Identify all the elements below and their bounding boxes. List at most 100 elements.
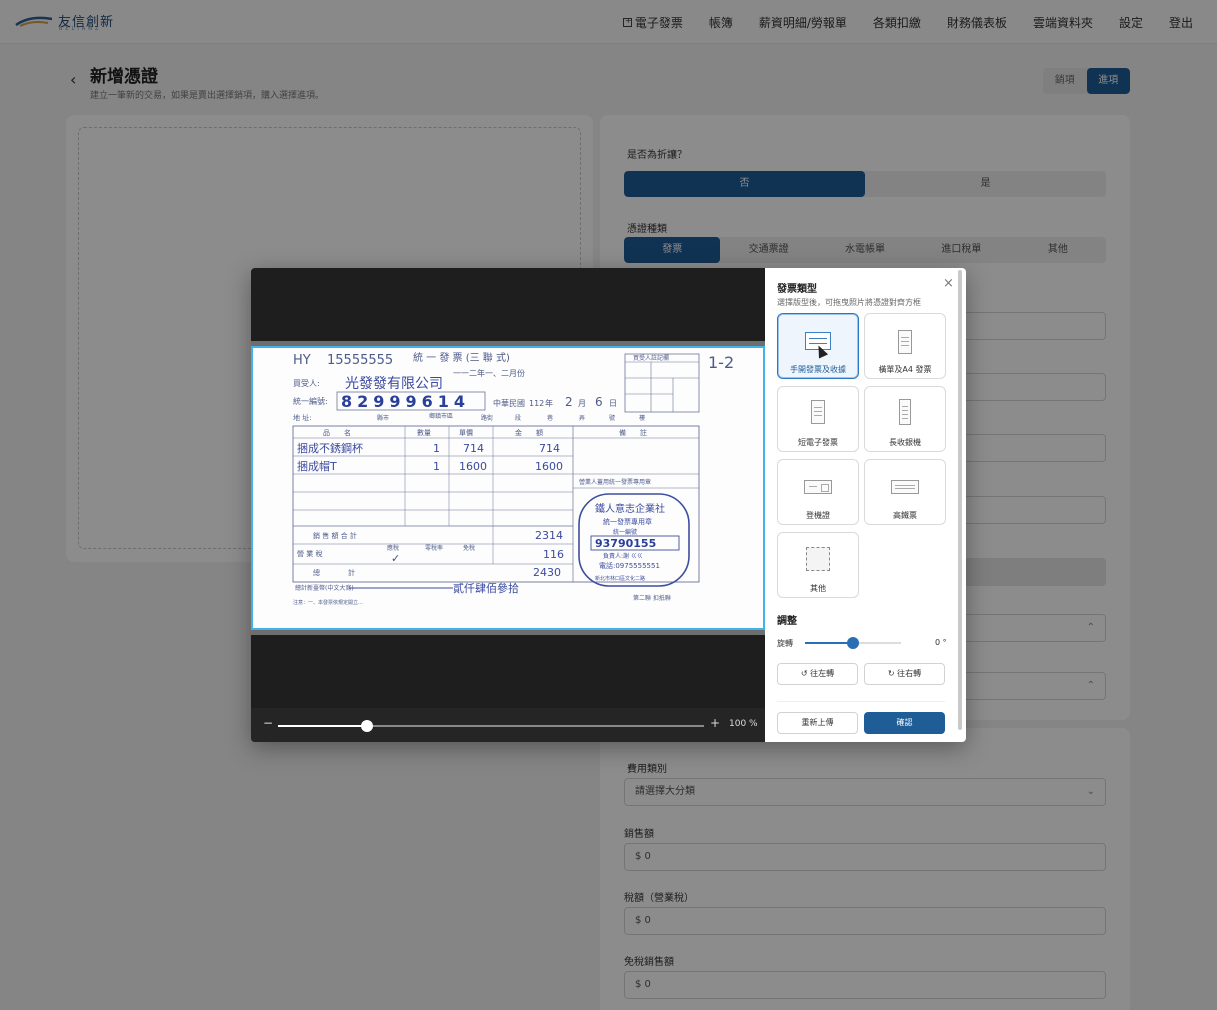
invoice-code: HY xyxy=(293,353,311,368)
rotate-slider-handle[interactable] xyxy=(847,637,859,649)
type-other[interactable]: 其他 xyxy=(777,532,859,598)
other-type-icon xyxy=(806,547,830,571)
zoom-out-icon[interactable]: − xyxy=(263,716,273,730)
svg-text:弄: 弄 xyxy=(579,415,585,422)
total-words: 貳仟肆佰參拾 xyxy=(453,581,519,595)
stamp-owner: 負責人:謝 ㄍㄍ xyxy=(603,552,643,560)
tile-label: 登機證 xyxy=(806,511,830,520)
type-hsr-ticket[interactable]: 高鐵票 xyxy=(864,459,946,525)
stamp-company: 鐵人意志企業社 xyxy=(595,502,665,515)
item-amount: 714 xyxy=(539,442,560,455)
item-qty: 1 xyxy=(433,442,440,455)
invoice-footer: 第二聯 扣抵聯 xyxy=(633,594,671,602)
date-prefix: 中華民國 xyxy=(493,398,525,408)
buyer-label: 買受人: xyxy=(293,378,320,388)
total-words-label: 總計新臺幣(中文大寫) xyxy=(295,584,354,592)
tax-value: 116 xyxy=(543,548,564,561)
type-handwritten[interactable]: 手開發票及收據 xyxy=(777,313,859,379)
buyer-taxid: 82999614 xyxy=(341,392,470,411)
tax-kind: 免稅 xyxy=(463,544,475,552)
invoice-copy-no: 1-2 xyxy=(708,353,734,372)
type-cash-register[interactable]: 長收銀機 xyxy=(864,386,946,452)
sales-total: 2314 xyxy=(535,529,563,542)
viewer-band xyxy=(251,630,765,635)
zoom-in-icon[interactable]: + xyxy=(710,716,720,730)
type-a4[interactable]: 橫單及A4 發票 xyxy=(864,313,946,379)
crop-frame[interactable]: HY 15555555 統 一 發 票 (三 聯 式) 一一二年一、二月份 1-… xyxy=(251,346,765,630)
tile-label: 短電子發票 xyxy=(798,438,838,447)
address-label: 地 址: xyxy=(293,413,312,422)
stamp-phone: 電話:0975555551 xyxy=(599,561,660,570)
total-value: 2430 xyxy=(533,566,561,579)
tax-kind: 零稅率 xyxy=(425,544,443,552)
reupload-button[interactable]: 重新上傳 xyxy=(777,712,858,734)
crop-modal: HY 15555555 統 一 發 票 (三 聯 式) 一一二年一、二月份 1-… xyxy=(251,268,966,742)
tile-label: 其他 xyxy=(810,584,826,593)
svg-text:鄉鎮市區: 鄉鎮市區 xyxy=(429,412,453,420)
panel-description: 選擇版型後，可拖曳照片將憑證對齊方框 xyxy=(777,298,921,307)
date-month-suffix: 月 xyxy=(578,399,586,408)
invoice-type-panel: 發票類型 × 選擇版型後，可拖曳照片將憑證對齊方框 手開發票及收據 橫單及A4 … xyxy=(765,268,966,742)
button-label: 往左轉 xyxy=(810,669,835,678)
divider xyxy=(777,701,945,702)
invoice-title: 統 一 發 票 (三 聯 式) xyxy=(413,351,510,364)
svg-text:金 額: 金 額 xyxy=(515,428,543,437)
rotate-slider[interactable] xyxy=(805,637,901,649)
panel-title: 發票類型 xyxy=(777,284,817,295)
svg-text:品 名: 品 名 xyxy=(323,428,351,437)
buyer-note-label: 買受人註記欄 xyxy=(633,354,669,362)
close-icon[interactable]: × xyxy=(943,276,954,291)
stamp-taxid: 93790155 xyxy=(595,537,656,550)
type-short-e-invoice[interactable]: 短電子發票 xyxy=(777,386,859,452)
a4-invoice-icon xyxy=(898,330,912,354)
svg-text:巷: 巷 xyxy=(547,414,553,422)
rotate-right-icon: ↻ xyxy=(887,669,895,678)
type-boarding-pass[interactable]: 登機證 xyxy=(777,459,859,525)
rotate-value: 0 ° xyxy=(935,638,947,647)
sales-total-label: 銷 售 額 合 計 xyxy=(313,531,357,540)
buyer-name: 光發發有限公司 xyxy=(345,376,443,392)
confirm-button[interactable]: 確認 xyxy=(864,712,945,734)
zoom-slider-fill xyxy=(278,725,368,727)
panel-scrollbar[interactable] xyxy=(958,270,962,730)
stamp-address: 新北市林口區文化二路 xyxy=(595,575,645,582)
svg-text:數量: 數量 xyxy=(417,428,431,437)
zoom-slider[interactable] xyxy=(278,720,704,732)
item-qty: 1 xyxy=(433,460,440,473)
boarding-pass-icon xyxy=(804,480,832,494)
svg-text:號: 號 xyxy=(609,414,615,422)
stamp-sub: 統一發票專用章 xyxy=(603,517,652,526)
item-name: 捆成帽T xyxy=(297,459,337,473)
button-label: 往右轉 xyxy=(897,669,922,678)
image-viewer[interactable]: HY 15555555 統 一 發 票 (三 聯 式) 一一二年一、二月份 1-… xyxy=(251,268,765,742)
date-day-suffix: 日 xyxy=(609,399,617,408)
tile-label: 手開發票及收據 xyxy=(790,365,846,374)
svg-text:縣市: 縣市 xyxy=(377,414,389,422)
date-month: 2 xyxy=(565,395,573,409)
item-price: 714 xyxy=(463,442,484,455)
invoice-image: HY 15555555 統 一 發 票 (三 聯 式) 一一二年一、二月份 1-… xyxy=(253,348,763,628)
zoom-bar: − + 100 % xyxy=(251,708,765,742)
taxid-label: 統一編號: xyxy=(293,396,328,406)
rotate-left-button[interactable]: ↺ 往左轉 xyxy=(777,663,858,685)
svg-text:單價: 單價 xyxy=(459,428,473,437)
adjust-title: 調整 xyxy=(777,616,797,627)
tax-check: ✓ xyxy=(391,552,400,565)
svg-text:樓: 樓 xyxy=(639,414,645,422)
cash-register-receipt-icon xyxy=(899,399,911,425)
date-day: 6 xyxy=(595,395,603,409)
zoom-value: 100 % xyxy=(729,719,758,729)
invoice-number: 15555555 xyxy=(327,353,393,368)
rotate-right-button[interactable]: ↻ 往右轉 xyxy=(864,663,945,685)
zoom-slider-handle[interactable] xyxy=(361,720,374,732)
svg-text:備 註: 備 註 xyxy=(619,428,647,437)
tax-kind: 應稅 xyxy=(387,544,399,552)
svg-text:段: 段 xyxy=(515,414,521,422)
tile-label: 橫單及A4 發票 xyxy=(878,365,932,374)
stamp-area-label: 營業人蓋用統一發票專用章 xyxy=(579,478,651,486)
date-year: 112 xyxy=(529,399,544,408)
date-year-suffix: 年 xyxy=(545,398,553,408)
invoice-period: 一一二年一、二月份 xyxy=(453,368,525,378)
rotate-slider-fill xyxy=(805,642,853,644)
svg-text:路街: 路街 xyxy=(481,414,493,422)
